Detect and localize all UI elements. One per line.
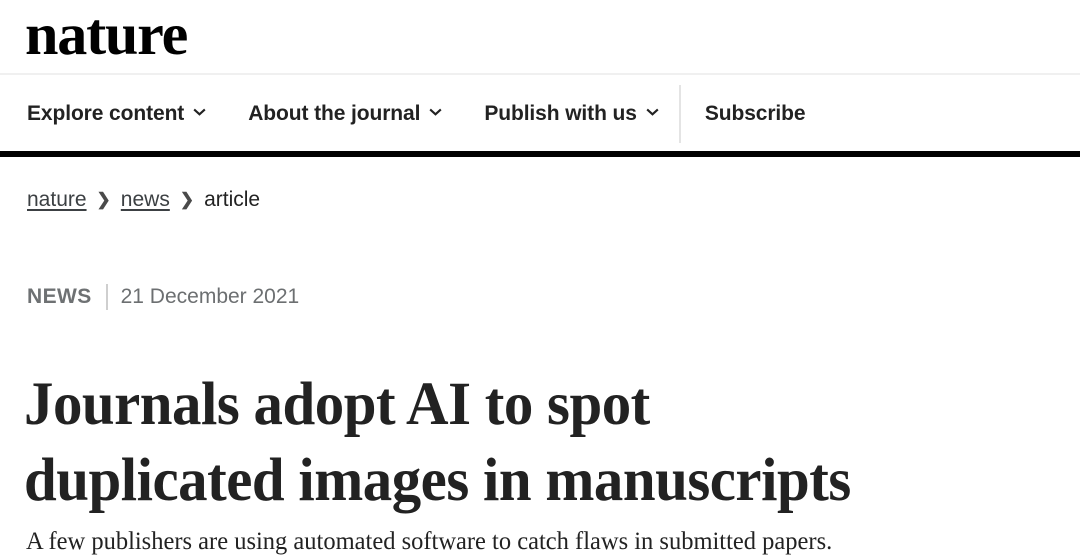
nature-logo[interactable]: nature: [25, 3, 188, 65]
masthead: nature: [0, 0, 1080, 75]
nav-item-subscribe[interactable]: Subscribe: [705, 102, 806, 126]
masthead-divider: [0, 73, 1080, 75]
nature-article-page: nature Explore content About the journal: [0, 0, 1080, 555]
chevron-down-icon: [646, 106, 659, 119]
navigation-bottom-rule: [0, 151, 1080, 157]
meta-divider: [105, 284, 108, 310]
nav-item-label: Subscribe: [704, 102, 806, 125]
nav-item-publish-with-us[interactable]: Publish with us: [484, 102, 659, 126]
article-standfirst: A few publishers are using automated sof…: [26, 528, 833, 555]
nav-item-about-the-journal[interactable]: About the journal: [248, 102, 442, 126]
breadcrumb-item-nature[interactable]: nature: [27, 188, 87, 212]
nav-item-label: Publish with us: [484, 102, 637, 125]
nav-item-label: About the journal: [248, 102, 421, 125]
article-kicker: NEWS: [27, 285, 92, 308]
main-navigation: Explore content About the journal Publis…: [0, 76, 1080, 152]
breadcrumb-separator-icon: ❯: [179, 190, 195, 209]
chevron-down-icon: [193, 106, 206, 119]
chevron-down-icon: [429, 106, 442, 119]
breadcrumb: nature ❯ news ❯ article: [27, 188, 260, 212]
headline-line-1: Journals adopt AI to spot: [24, 370, 650, 438]
headline-line-2: duplicated images in manuscripts: [24, 446, 851, 514]
page-title: Journals adopt AI to spot duplicated ima…: [24, 367, 1028, 519]
breadcrumb-item-news[interactable]: news: [121, 188, 170, 212]
nav-item-explore-content[interactable]: Explore content: [27, 102, 206, 126]
breadcrumb-item-article: article: [204, 188, 261, 211]
article-date: 21 December 2021: [120, 285, 300, 308]
article-meta: NEWS 21 December 2021: [27, 284, 299, 310]
breadcrumb-separator-icon: ❯: [96, 190, 111, 209]
nav-vertical-separator: [678, 85, 681, 143]
nav-item-label: Explore content: [27, 102, 185, 125]
